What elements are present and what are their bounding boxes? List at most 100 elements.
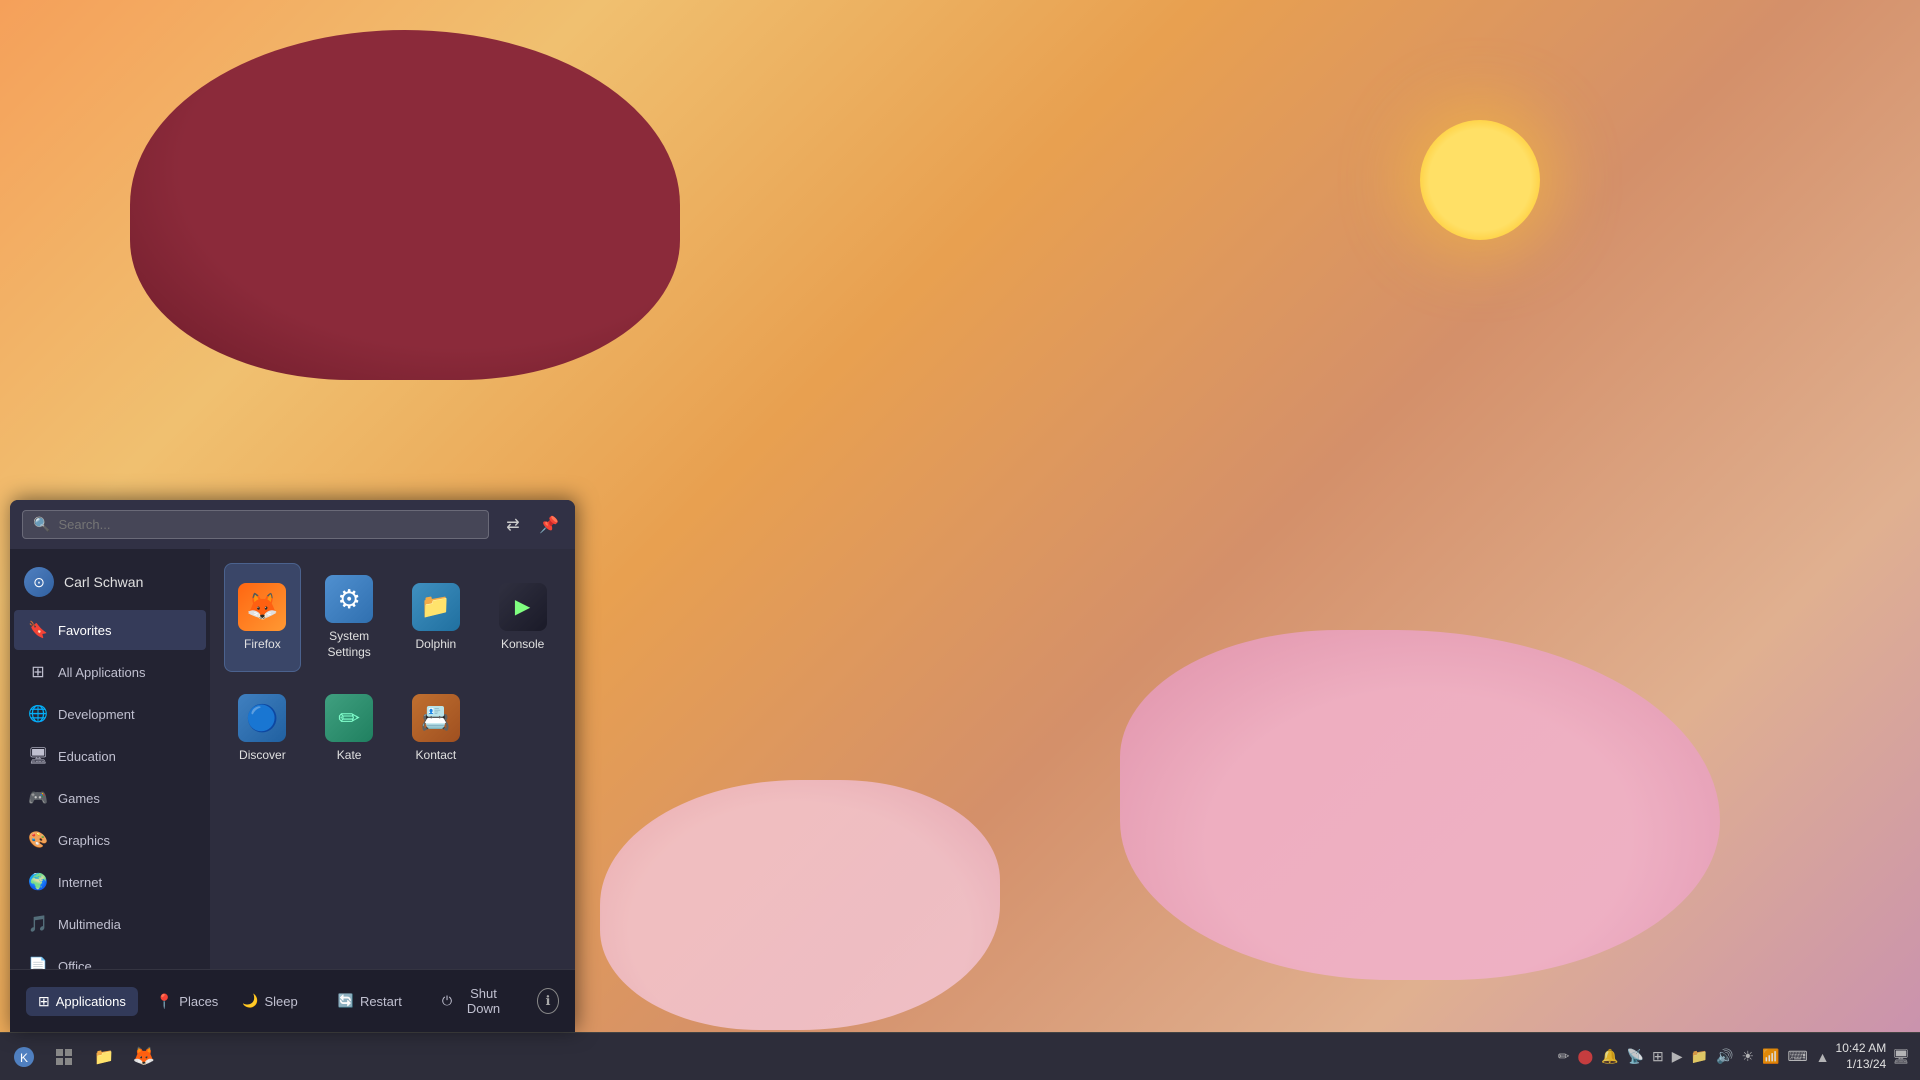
wifi-icon[interactable]: 📶 — [1762, 1048, 1779, 1065]
app-system-settings-label: System Settings — [319, 629, 380, 660]
system-tray: ✏ ⬤ 🔔 📡 ⊞ ▶ 📁 🔊 ☀ 📶 ⌨ ▲ — [1558, 1048, 1830, 1065]
info-button[interactable]: ℹ — [537, 988, 559, 1014]
red-dot-icon[interactable]: ⬤ — [1578, 1048, 1594, 1065]
bottom-right-buttons: 🌙 Sleep 🔄 Restart ⏻ Shut Down ℹ — [230, 980, 559, 1022]
sleep-icon: 🌙 — [242, 993, 258, 1009]
app-dolphin[interactable]: Dolphin — [398, 563, 475, 672]
shutdown-button[interactable]: ⏻ Shut Down — [430, 980, 521, 1022]
all-apps-icon: ⊞ — [28, 662, 48, 682]
volume-icon[interactable]: 🔊 — [1716, 1048, 1733, 1065]
search-input[interactable] — [58, 517, 478, 532]
sidebar-item-development[interactable]: 🌐 Development — [14, 694, 206, 734]
applications-label: Applications — [56, 994, 126, 1009]
menu-sidebar: ⊙ Carl Schwan 🔖 Favorites ⊞ All Applicat… — [10, 549, 210, 969]
username: Carl Schwan — [64, 574, 143, 590]
bottom-left-buttons: ⊞ Applications 📍 Places — [26, 987, 230, 1016]
sleep-button[interactable]: 🌙 Sleep — [230, 987, 309, 1015]
app-discover-label: Discover — [239, 748, 286, 764]
sidebar-item-games[interactable]: 🎮 Games — [14, 778, 206, 818]
sleep-label: Sleep — [265, 994, 298, 1009]
svg-text:K: K — [20, 1051, 28, 1065]
sidebar-label-games: Games — [58, 791, 100, 806]
applications-icon: ⊞ — [38, 993, 50, 1010]
restart-label: Restart — [360, 994, 402, 1009]
bg-cloud-pink2 — [600, 780, 1000, 1030]
app-dolphin-label: Dolphin — [416, 637, 457, 653]
pin-icon[interactable]: 📌 — [535, 511, 563, 539]
sidebar-item-favorites[interactable]: 🔖 Favorites — [14, 610, 206, 650]
app-discover[interactable]: Discover — [224, 682, 301, 776]
sidebar-label-education: Education — [58, 749, 116, 764]
shutdown-label: Shut Down — [458, 986, 509, 1016]
screen-icon[interactable]: 🖥 — [1892, 1048, 1910, 1065]
shutdown-icon: ⏻ — [442, 993, 452, 1009]
education-icon: 🖥 — [28, 746, 48, 766]
app-kate[interactable]: Kate — [311, 682, 388, 776]
notification-icon[interactable]: 🔔 — [1601, 1048, 1618, 1065]
menu-body: ⊙ Carl Schwan 🔖 Favorites ⊞ All Applicat… — [10, 549, 575, 969]
bg-sun — [1420, 120, 1540, 240]
clock-time: 10:42 AM — [1836, 1041, 1887, 1057]
restart-icon: 🔄 — [338, 993, 354, 1009]
folder-tray-icon[interactable]: 📁 — [1691, 1048, 1708, 1065]
restart-button[interactable]: 🔄 Restart — [326, 987, 414, 1015]
sidebar-item-internet[interactable]: 🌍 Internet — [14, 862, 206, 902]
app-system-settings[interactable]: System Settings — [311, 563, 388, 672]
search-icon: 🔍 — [33, 516, 50, 533]
taskbar-tasks-icon[interactable] — [46, 1039, 82, 1075]
app-firefox[interactable]: Firefox — [224, 563, 301, 672]
places-label: Places — [179, 994, 218, 1009]
avatar: ⊙ — [24, 567, 54, 597]
media-play-icon[interactable]: ▶ — [1672, 1048, 1683, 1065]
avatar-initials: ⊙ — [33, 574, 45, 591]
expand-tray-icon[interactable]: ▲ — [1816, 1049, 1830, 1065]
sidebar-label-office: Office — [58, 959, 92, 970]
kate-icon — [325, 694, 373, 742]
taskbar-start-icon[interactable]: K — [6, 1039, 42, 1075]
firefox-icon — [238, 583, 286, 631]
places-button[interactable]: 📍 Places — [144, 987, 230, 1016]
games-icon: 🎮 — [28, 788, 48, 808]
discover-icon — [238, 694, 286, 742]
sidebar-label-graphics: Graphics — [58, 833, 110, 848]
sidebar-label-all-applications: All Applications — [58, 665, 145, 680]
menu-top-icons: ⇄ 📌 — [499, 511, 563, 539]
sidebar-item-all-applications[interactable]: ⊞ All Applications — [14, 652, 206, 692]
filter-icon[interactable]: ⇄ — [499, 511, 527, 539]
clock-date: 1/13/24 — [1836, 1057, 1887, 1073]
virtual-desktop-icon[interactable]: ⊞ — [1652, 1048, 1664, 1065]
internet-icon: 🌍 — [28, 872, 48, 892]
search-bar[interactable]: 🔍 — [22, 510, 489, 539]
brightness-icon[interactable]: ☀ — [1741, 1048, 1754, 1065]
konsole-icon — [499, 583, 547, 631]
sidebar-item-education[interactable]: 🖥 Education — [14, 736, 206, 776]
keyboard-icon[interactable]: ⌨ — [1787, 1048, 1807, 1065]
places-icon: 📍 — [156, 993, 173, 1010]
sidebar-item-graphics[interactable]: 🎨 Graphics — [14, 820, 206, 860]
dolphin-icon — [412, 583, 460, 631]
user-profile[interactable]: ⊙ Carl Schwan — [10, 555, 210, 609]
network-icon[interactable]: 📡 — [1627, 1048, 1644, 1065]
system-settings-icon — [325, 575, 373, 623]
app-kontact[interactable]: Kontact — [398, 682, 475, 776]
office-icon: 📄 — [28, 956, 48, 969]
sidebar-label-multimedia: Multimedia — [58, 917, 121, 932]
sidebar-item-office[interactable]: 📄 Office — [14, 946, 206, 969]
taskbar-browser-icon[interactable]: 🦊 — [126, 1039, 162, 1075]
graphics-icon: 🎨 — [28, 830, 48, 850]
menu-search-bar-row: 🔍 ⇄ 📌 — [10, 500, 575, 549]
system-clock[interactable]: 10:42 AM 1/13/24 — [1836, 1041, 1887, 1072]
app-konsole-label: Konsole — [501, 637, 544, 653]
applications-button[interactable]: ⊞ Applications — [26, 987, 138, 1016]
taskbar-files-icon[interactable]: 📁 — [86, 1039, 122, 1075]
edit-tray-icon[interactable]: ✏ — [1558, 1048, 1570, 1065]
app-firefox-label: Firefox — [244, 637, 281, 653]
bg-cloud-pink — [1120, 630, 1720, 980]
app-konsole[interactable]: Konsole — [484, 563, 561, 672]
sidebar-label-development: Development — [58, 707, 135, 722]
sidebar-item-multimedia[interactable]: 🎵 Multimedia — [14, 904, 206, 944]
multimedia-icon: 🎵 — [28, 914, 48, 934]
start-menu: 🔍 ⇄ 📌 ⊙ Carl Schwan 🔖 Favorites — [10, 500, 575, 1032]
bg-cloud-dark — [130, 30, 680, 380]
taskbar-right: ✏ ⬤ 🔔 📡 ⊞ ▶ 📁 🔊 ☀ 📶 ⌨ ▲ 10:42 AM 1/13/24… — [1548, 1041, 1920, 1072]
